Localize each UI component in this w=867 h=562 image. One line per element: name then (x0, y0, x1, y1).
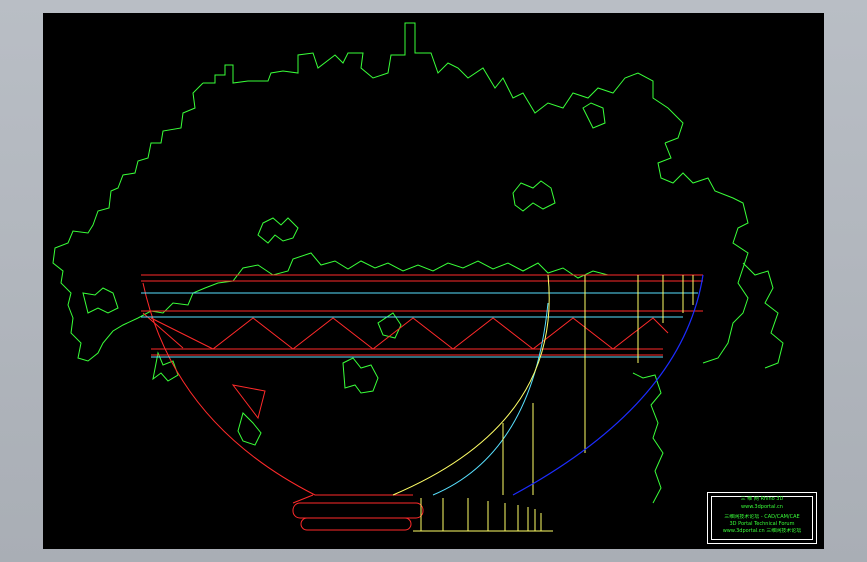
title-block-line-2: www.3dportal.cn (741, 504, 783, 510)
title-block-line-5: www.3dportal.cn 三维网技术论坛 (722, 528, 802, 534)
wedge-shape (231, 384, 266, 420)
title-block-line-4: 3D Portal Technical Forum (729, 521, 795, 527)
title-block-line-3: 三维网技术论坛 - CAD/CAM/CAE (724, 514, 800, 520)
foliage-outline (52, 22, 784, 504)
title-block: 三 维 网 Rhino 3D www.3dportal.cn 三维网技术论坛 -… (707, 492, 817, 544)
bowl-frame (141, 274, 703, 531)
flower-bowl-drawing (52, 22, 784, 532)
title-block-line-1: 三 维 网 Rhino 3D (740, 496, 784, 502)
outer-profile (512, 274, 704, 496)
cad-drawing-canvas[interactable]: 三 维 网 Rhino 3D www.3dportal.cn 三维网技术论坛 -… (43, 13, 824, 549)
